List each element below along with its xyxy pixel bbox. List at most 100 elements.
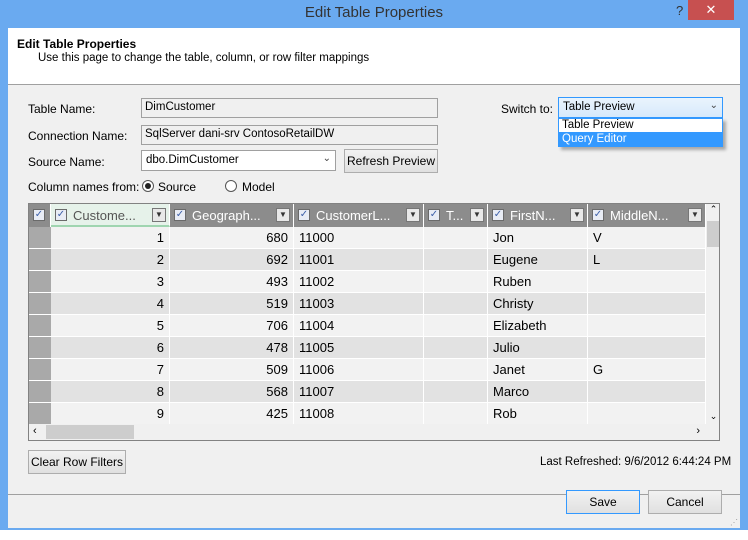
table-cell[interactable]: 6 <box>51 337 170 359</box>
row-header[interactable] <box>29 271 51 293</box>
table-cell[interactable] <box>424 293 488 315</box>
radio-source[interactable] <box>142 180 154 192</box>
table-cell[interactable] <box>424 271 488 293</box>
table-cell[interactable]: Rob <box>488 403 588 425</box>
table-cell[interactable]: Eugene <box>488 249 588 271</box>
row-header[interactable] <box>29 381 51 403</box>
filter-dropdown-icon[interactable]: ▼ <box>152 208 166 222</box>
row-header[interactable] <box>29 293 51 315</box>
table-cell[interactable]: Marco <box>488 381 588 403</box>
table-cell[interactable] <box>424 403 488 425</box>
column-header[interactable]: ✓ CustomerL... ▼ <box>294 204 424 227</box>
table-cell[interactable] <box>588 271 706 293</box>
scroll-right-icon[interactable]: › <box>696 425 700 437</box>
column-checkbox[interactable]: ✓ <box>592 209 604 221</box>
table-cell[interactable]: 11007 <box>294 381 424 403</box>
filter-dropdown-icon[interactable]: ▼ <box>570 208 584 222</box>
save-button[interactable]: Save <box>566 490 640 514</box>
table-cell[interactable] <box>588 315 706 337</box>
table-cell[interactable] <box>424 227 488 249</box>
filter-dropdown-icon[interactable]: ▼ <box>688 208 702 222</box>
horizontal-scroll-thumb[interactable] <box>46 425 134 439</box>
table-cell[interactable]: Julio <box>488 337 588 359</box>
table-cell[interactable]: 3 <box>51 271 170 293</box>
table-cell[interactable]: 11004 <box>294 315 424 337</box>
table-cell[interactable]: 680 <box>170 227 294 249</box>
table-cell[interactable]: 11001 <box>294 249 424 271</box>
table-cell[interactable]: G <box>588 359 706 381</box>
switch-to-select[interactable]: Table Preview ⌄ <box>558 97 723 118</box>
radio-model[interactable] <box>225 180 237 192</box>
table-cell[interactable] <box>588 381 706 403</box>
filter-dropdown-icon[interactable]: ▼ <box>276 208 290 222</box>
row-header[interactable] <box>29 403 51 425</box>
column-checkbox[interactable]: ✓ <box>298 209 310 221</box>
column-checkbox[interactable]: ✓ <box>428 209 440 221</box>
table-cell[interactable]: 4 <box>51 293 170 315</box>
column-checkbox[interactable]: ✓ <box>492 209 504 221</box>
filter-dropdown-icon[interactable]: ▼ <box>470 208 484 222</box>
scroll-left-icon[interactable]: ‹ <box>33 425 37 437</box>
table-cell[interactable]: Jon <box>488 227 588 249</box>
clear-row-filters-button[interactable]: Clear Row Filters <box>28 450 126 474</box>
vertical-scrollbar[interactable]: ⌃ ⌄ <box>706 204 719 424</box>
option-query-editor[interactable]: Query Editor <box>559 132 722 146</box>
table-cell[interactable]: Christy <box>488 293 588 315</box>
select-all-header[interactable]: ✓ <box>29 204 51 227</box>
table-cell[interactable]: 692 <box>170 249 294 271</box>
source-name-select[interactable]: dbo.DimCustomer ⌄ <box>141 150 336 171</box>
table-cell[interactable]: 11000 <box>294 227 424 249</box>
table-cell[interactable] <box>424 315 488 337</box>
table-cell[interactable] <box>424 381 488 403</box>
table-cell[interactable]: 568 <box>170 381 294 403</box>
scroll-down-icon[interactable]: ⌄ <box>706 411 719 422</box>
vertical-scroll-thumb[interactable] <box>707 221 719 247</box>
cancel-button[interactable]: Cancel <box>648 490 722 514</box>
connection-name-field[interactable]: SqlServer dani-srv ContosoRetailDW <box>141 125 438 145</box>
table-cell[interactable]: 493 <box>170 271 294 293</box>
table-cell[interactable]: 425 <box>170 403 294 425</box>
table-cell[interactable] <box>424 359 488 381</box>
table-cell[interactable]: 11008 <box>294 403 424 425</box>
column-header[interactable]: ✓ MiddleN... ▼ <box>588 204 706 227</box>
table-cell[interactable]: Janet <box>488 359 588 381</box>
option-table-preview[interactable]: Table Preview <box>559 119 722 132</box>
table-cell[interactable]: 11003 <box>294 293 424 315</box>
select-all-checkbox[interactable]: ✓ <box>33 209 45 221</box>
table-cell[interactable]: 7 <box>51 359 170 381</box>
title-bar[interactable]: Edit Table Properties ? ✕ <box>0 0 748 28</box>
table-cell[interactable]: 9 <box>51 403 170 425</box>
table-cell[interactable]: V <box>588 227 706 249</box>
column-header[interactable]: ✓ T... ▼ <box>424 204 488 227</box>
row-header[interactable] <box>29 315 51 337</box>
table-cell[interactable] <box>424 249 488 271</box>
column-checkbox[interactable]: ✓ <box>174 209 186 221</box>
table-cell[interactable]: 519 <box>170 293 294 315</box>
table-cell[interactable]: 8 <box>51 381 170 403</box>
row-header[interactable] <box>29 249 51 271</box>
help-button[interactable]: ? <box>676 3 683 18</box>
table-cell[interactable]: 11006 <box>294 359 424 381</box>
horizontal-scrollbar[interactable]: ‹ › <box>29 424 706 440</box>
column-header[interactable]: ✓ Custome... ▼ <box>51 204 170 227</box>
row-header[interactable] <box>29 227 51 249</box>
close-button[interactable]: ✕ <box>688 0 734 20</box>
column-header[interactable]: ✓ FirstN... ▼ <box>488 204 588 227</box>
table-cell[interactable]: 706 <box>170 315 294 337</box>
table-cell[interactable]: 1 <box>51 227 170 249</box>
table-cell[interactable] <box>424 337 488 359</box>
table-cell[interactable]: 478 <box>170 337 294 359</box>
resize-grip-icon[interactable]: ⋰ <box>730 518 738 527</box>
refresh-preview-button[interactable]: Refresh Preview <box>344 149 438 173</box>
table-cell[interactable] <box>588 293 706 315</box>
table-cell[interactable]: 2 <box>51 249 170 271</box>
row-header[interactable] <box>29 359 51 381</box>
filter-dropdown-icon[interactable]: ▼ <box>406 208 420 222</box>
column-checkbox[interactable]: ✓ <box>55 209 67 221</box>
table-cell[interactable]: 11005 <box>294 337 424 359</box>
table-name-field[interactable]: DimCustomer <box>141 98 438 118</box>
table-cell[interactable]: Elizabeth <box>488 315 588 337</box>
column-header[interactable]: ✓ Geograph... ▼ <box>170 204 294 227</box>
table-cell[interactable]: Ruben <box>488 271 588 293</box>
row-header[interactable] <box>29 337 51 359</box>
